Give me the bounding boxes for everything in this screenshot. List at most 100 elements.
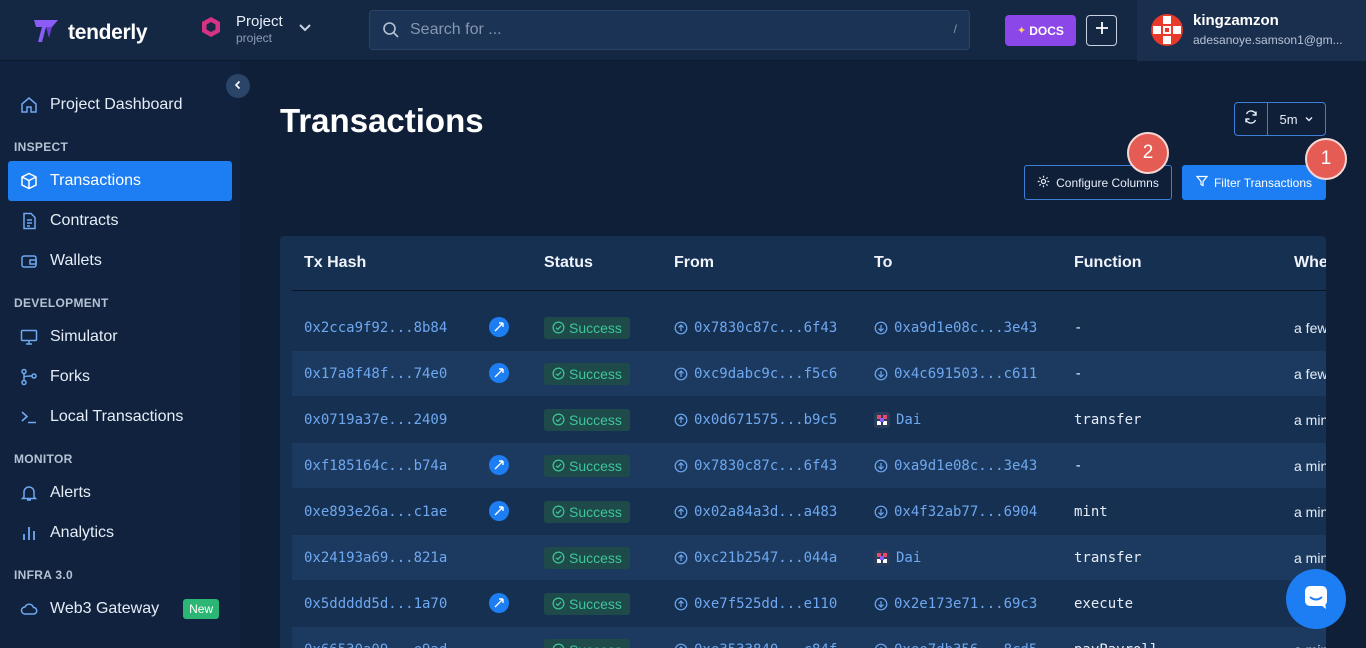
arrow-down-circle-icon (874, 597, 888, 611)
sidebar-item-analytics[interactable]: Analytics (8, 513, 232, 553)
when-value: a minute ago (1294, 627, 1326, 648)
function-name: execute (1074, 595, 1134, 612)
from-address-link[interactable]: 0x02a84a3d...a483 (674, 489, 837, 534)
docs-button[interactable]: ✦ DOCS (1005, 15, 1076, 46)
to-address-link[interactable]: 0x2e173e71...69c3 (874, 581, 1037, 626)
search-shortcut-hint: / (953, 22, 957, 36)
token-icon (874, 549, 890, 566)
search-input[interactable] (410, 11, 930, 49)
to-address: 0xa9d1e08c...3e43 (894, 457, 1038, 474)
to-address-link[interactable]: Dai (874, 535, 921, 580)
sidebar-item-simulator[interactable]: Simulator (8, 317, 232, 357)
refresh-button[interactable] (1235, 103, 1268, 135)
from-address-link[interactable]: 0x7830c87c...6f43 (674, 443, 837, 488)
chat-support-button[interactable] (1286, 569, 1346, 629)
status-badge: Success (544, 454, 630, 477)
to-address-link[interactable]: 0xa9d1e08c...3e43 (874, 305, 1037, 350)
to-address: Dai (896, 549, 922, 566)
brand-logo[interactable]: tenderly (32, 16, 148, 49)
sidebar-item-label: Analytics (50, 524, 115, 541)
search-bar[interactable]: / (369, 10, 970, 50)
user-menu[interactable]: kingzamzon adesanoye.samson1@gm... (1137, 0, 1366, 61)
check-circle-icon (552, 505, 565, 518)
tx-hash-link[interactable]: 0x24193a69...821a (304, 535, 447, 580)
column-header-tx-hash[interactable]: Tx Hash (304, 254, 366, 272)
table-row[interactable]: 0x2cca9f92...8b84 Success 0x7830c87c...6f4… (292, 305, 1326, 350)
to-address: 0x2e173e71...69c3 (894, 595, 1038, 612)
function-name: mint (1074, 503, 1108, 520)
section-label-infra: INFRA 3.0 (14, 568, 73, 582)
collapse-sidebar-button[interactable] (226, 74, 250, 98)
tx-hash-link[interactable]: 0xf185164c...b74a (304, 443, 447, 488)
monitor-icon (20, 328, 38, 346)
table-row[interactable]: 0x5ddddd5d...1a70 Success 0xe7f525dd...e11… (292, 581, 1326, 626)
section-label-development: DEVELOPMENT (14, 296, 109, 310)
cloud-icon (20, 600, 38, 618)
swap-icon (489, 455, 509, 475)
function-name: payPayroll (1074, 627, 1158, 648)
refresh-icon (1244, 109, 1258, 129)
column-header-function[interactable]: Function (1074, 254, 1142, 272)
column-header-to[interactable]: To (874, 254, 892, 272)
table-row[interactable]: 0x66530a09...e9ad Success 0xe3533840...c84… (292, 627, 1326, 648)
table-row[interactable]: 0x17a8f48f...74e0 Success 0xc9dabc9c...f5c… (292, 351, 1326, 396)
to-address-link[interactable]: 0x4f32ab77...6904 (874, 489, 1037, 534)
sidebar-item-forks[interactable]: Forks (8, 357, 232, 397)
tx-hash-link[interactable]: 0x0719a37e...2409 (304, 397, 447, 442)
table-row[interactable]: 0x0719a37e...2409 Success 0x0d671575...b9c… (292, 397, 1326, 442)
to-address-link[interactable]: Dai (874, 397, 921, 442)
sidebar-item-web3-gateway[interactable]: Web3 Gateway New (8, 589, 232, 629)
add-button[interactable] (1086, 15, 1117, 46)
transactions-table: Tx Hash Status From To Function When 0x2… (280, 236, 1326, 648)
from-address: 0xe7f525dd...e110 (694, 595, 838, 612)
docs-label: DOCS (1029, 23, 1064, 38)
column-header-status[interactable]: Status (544, 254, 593, 272)
sidebar-item-transactions[interactable]: Transactions (8, 161, 232, 201)
arrow-up-circle-icon (674, 551, 688, 565)
chevron-down-icon[interactable] (297, 19, 313, 40)
from-address-link[interactable]: 0xc9dabc9c...f5c6 (674, 351, 837, 396)
status-cell: Success (544, 305, 630, 350)
table-row[interactable]: 0xe893e26a...c1ae Success 0x02a84a3d...a48… (292, 489, 1326, 534)
from-address-link[interactable]: 0x0d671575...b9c5 (674, 397, 837, 442)
sidebar-item-contracts[interactable]: Contracts (8, 201, 232, 241)
sidebar-item-label: Forks (50, 368, 90, 385)
tx-hash-link[interactable]: 0x5ddddd5d...1a70 (304, 581, 447, 626)
tx-hash-link[interactable]: 0x17a8f48f...74e0 (304, 351, 447, 396)
from-address-link[interactable]: 0x7830c87c...6f43 (674, 305, 837, 350)
project-title: Project (236, 13, 283, 30)
token-icon (874, 411, 890, 428)
from-address-link[interactable]: 0xe7f525dd...e110 (674, 581, 837, 626)
status-label: Success (569, 503, 622, 520)
tx-hash-link[interactable]: 0x66530a09...e9ad (304, 627, 447, 648)
from-address-link[interactable]: 0xe3533840...c84f (674, 627, 837, 648)
project-switcher[interactable]: Project project (200, 13, 313, 46)
column-header-when[interactable]: When (1294, 254, 1326, 272)
document-icon (20, 212, 38, 230)
chat-icon (1302, 583, 1330, 616)
project-subtitle: project (236, 31, 273, 45)
sidebar-item-wallets[interactable]: Wallets (8, 241, 232, 281)
when-value: a minute ago (1294, 457, 1326, 474)
arrow-up-circle-icon (674, 459, 688, 473)
search-icon (382, 21, 400, 44)
filter-icon (1195, 175, 1209, 190)
table-row[interactable]: 0x24193a69...821a Success 0xc21b2547...044… (292, 535, 1326, 580)
refresh-interval-select[interactable]: 5m (1268, 103, 1325, 135)
swap-icon (489, 501, 509, 521)
table-row[interactable]: 0xf185164c...b74a Success 0x7830c87c...6f4… (292, 443, 1326, 488)
to-address: Dai (896, 411, 922, 428)
sidebar-item-local-transactions[interactable]: Local Transactions (8, 397, 232, 437)
sidebar-item-project-dashboard[interactable]: Project Dashboard (8, 85, 232, 125)
status-label: Success (569, 549, 622, 566)
tx-hash-link[interactable]: 0x2cca9f92...8b84 (304, 305, 447, 350)
tx-hash-link[interactable]: 0xe893e26a...c1ae (304, 489, 447, 534)
to-address-link[interactable]: 0x4c691503...c611 (874, 351, 1037, 396)
from-address-link[interactable]: 0xc21b2547...044a (674, 535, 837, 580)
column-header-from[interactable]: From (674, 254, 714, 272)
configure-columns-label: Configure Columns (1056, 175, 1159, 190)
filter-transactions-button[interactable]: Filter Transactions (1182, 165, 1326, 200)
to-address-link[interactable]: 0xee7db356...8cd5 (874, 627, 1037, 648)
sidebar-item-alerts[interactable]: Alerts (8, 473, 232, 513)
to-address-link[interactable]: 0xa9d1e08c...3e43 (874, 443, 1037, 488)
